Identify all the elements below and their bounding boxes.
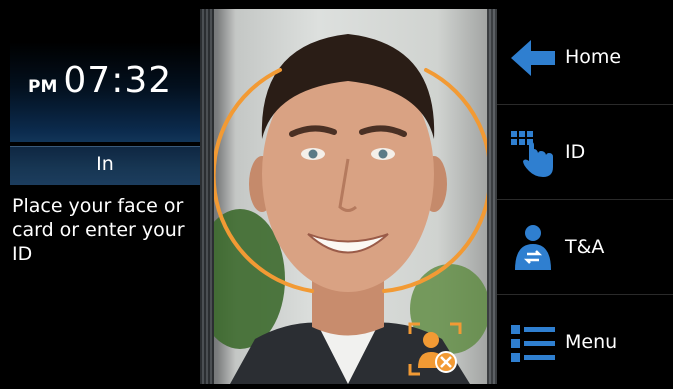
camera-preview: [200, 9, 497, 384]
id-button[interactable]: ID: [497, 105, 673, 200]
arrow-left-icon: [511, 40, 555, 76]
time-label: 07:32: [63, 60, 173, 101]
face-terminal-screen: PM 07:32 In Place your face or card or en…: [0, 0, 673, 384]
clock-display: PM 07:32: [10, 42, 200, 142]
face-detect-status-icon: [408, 322, 462, 376]
camera-frame-edge-left: [200, 9, 214, 384]
attendance-mode-label: In: [96, 153, 114, 175]
home-button[interactable]: Home: [497, 10, 673, 105]
ta-button[interactable]: T&A: [497, 200, 673, 295]
user-switch-icon: [515, 225, 551, 270]
left-panel: PM 07:32 In Place your face or card or en…: [0, 0, 200, 384]
camera-frame-edge-right: [487, 9, 497, 384]
keypad-hand-icon: [511, 131, 553, 177]
right-menu: Home ID T&A Menu: [497, 0, 673, 384]
home-label: Home: [565, 46, 622, 68]
menu-label: Menu: [565, 331, 618, 353]
list-menu-icon: [511, 325, 555, 362]
attendance-mode-bar[interactable]: In: [10, 146, 200, 185]
menu-button[interactable]: Menu: [497, 295, 673, 389]
ta-label: T&A: [565, 236, 605, 258]
ampm-label: PM: [28, 77, 58, 97]
id-label: ID: [565, 141, 586, 163]
instruction-text: Place your face or card or enter your ID: [12, 195, 185, 265]
